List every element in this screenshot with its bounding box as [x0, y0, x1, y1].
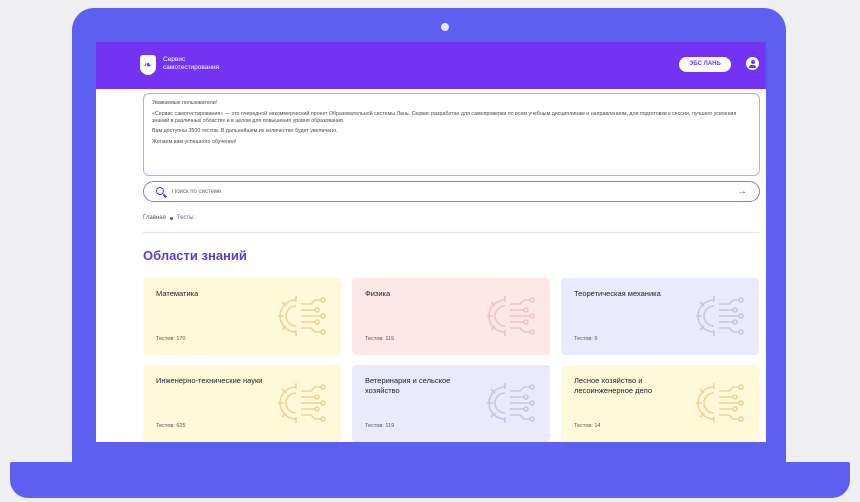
breadcrumb-separator [169, 216, 173, 220]
gear-circuit-icon [487, 383, 535, 423]
card-title: Инженерно-технические науки [156, 376, 263, 385]
card-title: Математика [156, 289, 199, 298]
gear-circuit-icon [278, 296, 326, 336]
logo-icon[interactable]: ❧ [140, 55, 156, 75]
camera-dot [441, 23, 449, 31]
gear-circuit-icon [696, 383, 744, 423]
search-icon[interactable] [156, 187, 164, 195]
card-title: Теоретическая механика [574, 289, 661, 298]
breadcrumb-current: Тесты [176, 215, 194, 221]
app-screen: ❧ Сервис самотестирования ЭБС ЛАНЬ Уважа… [96, 42, 766, 442]
card-count: Тестов: 9 [574, 336, 598, 342]
logo-line-2: самотестирования [163, 64, 220, 71]
notice-available: Вам доступны 3500 тестов. В дальнейшем и… [152, 128, 338, 134]
card-forestry[interactable]: Лесное хозяйство и лесоинженерное дело Т… [561, 365, 759, 442]
arrow-right-icon[interactable]: → [737, 185, 747, 198]
card-title: Физика [365, 289, 391, 298]
card-mathematics[interactable]: Математика Тестов: 170 [143, 278, 341, 355]
card-title: Лесное хозяйство и лесоинженерное дело [574, 376, 653, 395]
gear-circuit-icon [696, 296, 744, 336]
notice-wish: Желаем вам успешного обучения! [152, 138, 237, 145]
user-icon[interactable] [746, 57, 759, 70]
card-theoretical-mechanics[interactable]: Теоретическая механика Тестов: 9 [561, 278, 759, 355]
search-input[interactable] [172, 185, 712, 198]
card-count: Тестов: 115 [365, 336, 395, 342]
laptop-base [10, 462, 850, 498]
card-veterinary[interactable]: Ветеринария и сельское хозяйство Тестов:… [352, 365, 550, 442]
breadcrumb: Главная Тесты [143, 215, 194, 221]
notice-greeting: Уважаемые пользователи! [152, 100, 218, 106]
divider [143, 232, 760, 233]
logo-text[interactable]: Сервис самотестирования [163, 56, 253, 72]
card-title: Ветеринария и сельское хозяйство [365, 376, 451, 395]
section-title: Области знаний [143, 248, 247, 263]
breadcrumb-home[interactable]: Главная [143, 215, 166, 221]
search-bar: → [143, 181, 760, 202]
card-count: Тестов: 170 [156, 336, 186, 342]
ebs-lan-button[interactable]: ЭБС ЛАНЬ [679, 57, 731, 72]
logo-line-1: Сервис [163, 56, 186, 63]
top-bar: ❧ Сервис самотестирования ЭБС ЛАНЬ [96, 42, 766, 89]
gear-circuit-icon [278, 383, 326, 423]
card-count: Тестов: 625 [156, 423, 186, 429]
card-physics[interactable]: Физика Тестов: 115 [352, 278, 550, 355]
notice-box: Уважаемые пользователи! «Сервис самотест… [143, 93, 760, 176]
notice-paragraph: «Сервис самотестирования» — это очередно… [152, 110, 737, 124]
card-count: Тестов: 14 [574, 423, 601, 429]
card-count: Тестов: 119 [365, 423, 395, 429]
card-engineering[interactable]: Инженерно-технические науки Тестов: 625 [143, 365, 341, 442]
gear-circuit-icon [487, 296, 535, 336]
